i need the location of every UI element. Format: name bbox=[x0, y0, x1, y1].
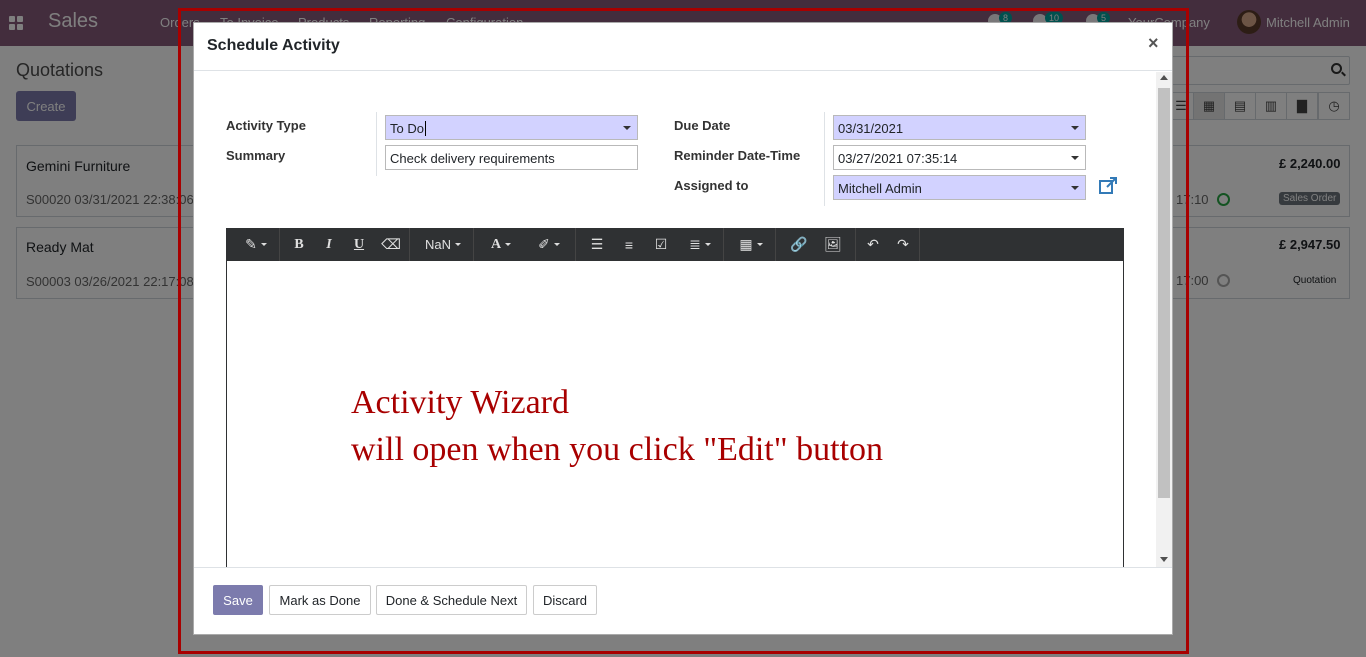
chevron-down-icon bbox=[1071, 156, 1079, 160]
scroll-thumb[interactable] bbox=[1158, 88, 1170, 498]
editor-toolbar: ✎ B I U ⌫ NaN A ✐ ☰ ≡ ☑ ≣ ▦ 🔗 🖼 ↶ ↷ bbox=[226, 228, 1124, 261]
dialog-title: Schedule Activity bbox=[207, 37, 340, 54]
chevron-down-icon bbox=[1071, 126, 1079, 130]
redo-icon[interactable]: ↷ bbox=[888, 228, 918, 261]
chevron-down-icon bbox=[1071, 186, 1079, 190]
underline-button[interactable]: U bbox=[344, 228, 374, 261]
assigned-to-value: Mitchell Admin bbox=[838, 181, 922, 196]
magic-wand-icon[interactable]: ✎ bbox=[234, 228, 278, 261]
summary-label: Summary bbox=[226, 148, 286, 163]
font-color-dropdown[interactable]: A bbox=[480, 228, 522, 261]
dialog-header: Schedule Activity × bbox=[194, 23, 1172, 71]
font-size-dropdown[interactable]: NaN bbox=[416, 228, 470, 261]
text-cursor bbox=[424, 121, 426, 136]
discard-button[interactable]: Discard bbox=[533, 585, 597, 615]
numbered-list-icon[interactable]: ≡ bbox=[614, 228, 644, 261]
paint-brush-icon[interactable]: ✐ bbox=[528, 228, 570, 261]
dialog-body: Activity Type To Do Summary Check delive… bbox=[194, 72, 1172, 567]
external-link-icon[interactable] bbox=[1098, 176, 1118, 196]
assigned-to-label: Assigned to bbox=[674, 178, 749, 193]
link-icon[interactable]: 🔗 bbox=[784, 228, 814, 261]
scroll-down-icon[interactable] bbox=[1160, 557, 1168, 562]
assigned-to-select[interactable]: Mitchell Admin bbox=[833, 175, 1086, 200]
checklist-icon[interactable]: ☑ bbox=[646, 228, 676, 261]
dialog-footer: Save Mark as Done Done & Schedule Next D… bbox=[194, 567, 1172, 635]
activity-type-label: Activity Type bbox=[226, 118, 306, 133]
font-size-value: NaN bbox=[424, 237, 451, 252]
bold-button[interactable]: B bbox=[284, 228, 314, 261]
italic-button[interactable]: I bbox=[314, 228, 344, 261]
summary-input[interactable]: Check delivery requirements bbox=[385, 145, 638, 170]
align-dropdown-icon[interactable]: ≣ bbox=[680, 228, 720, 261]
reminder-value: 03/27/2021 07:35:14 bbox=[838, 151, 958, 166]
schedule-activity-dialog: Schedule Activity × Activity Type To Do … bbox=[193, 22, 1173, 635]
annotation-line-1: Activity Wizard bbox=[351, 384, 569, 421]
due-date-value: 03/31/2021 bbox=[838, 121, 904, 136]
save-button[interactable]: Save bbox=[213, 585, 263, 615]
reminder-label: Reminder Date-Time bbox=[674, 148, 801, 163]
activity-type-select[interactable]: To Do bbox=[385, 115, 638, 140]
activity-type-value: To Do bbox=[390, 121, 424, 136]
note-editor[interactable]: Activity Wizard will open when you click… bbox=[226, 261, 1124, 567]
image-icon[interactable]: 🖼 bbox=[818, 228, 848, 261]
close-icon[interactable]: × bbox=[1148, 33, 1159, 54]
bullet-list-icon[interactable]: ☰ bbox=[582, 228, 612, 261]
reminder-datetime-field[interactable]: 03/27/2021 07:35:14 bbox=[833, 145, 1086, 170]
eraser-icon[interactable]: ⌫ bbox=[376, 228, 406, 261]
annotation-line-2: will open when you click "Edit" button bbox=[351, 431, 884, 468]
font-color-icon: A bbox=[490, 236, 502, 252]
due-date-field[interactable]: 03/31/2021 bbox=[833, 115, 1086, 140]
table-dropdown-icon[interactable]: ▦ bbox=[730, 228, 772, 261]
chevron-down-icon bbox=[623, 126, 631, 130]
field-divider bbox=[376, 112, 377, 176]
undo-icon[interactable]: ↶ bbox=[858, 228, 888, 261]
mark-as-done-button[interactable]: Mark as Done bbox=[269, 585, 371, 615]
dialog-scrollbar[interactable] bbox=[1156, 72, 1172, 567]
field-divider bbox=[824, 112, 825, 206]
done-schedule-next-button[interactable]: Done & Schedule Next bbox=[376, 585, 527, 615]
scroll-up-icon[interactable] bbox=[1160, 75, 1168, 80]
due-date-label: Due Date bbox=[674, 118, 731, 133]
